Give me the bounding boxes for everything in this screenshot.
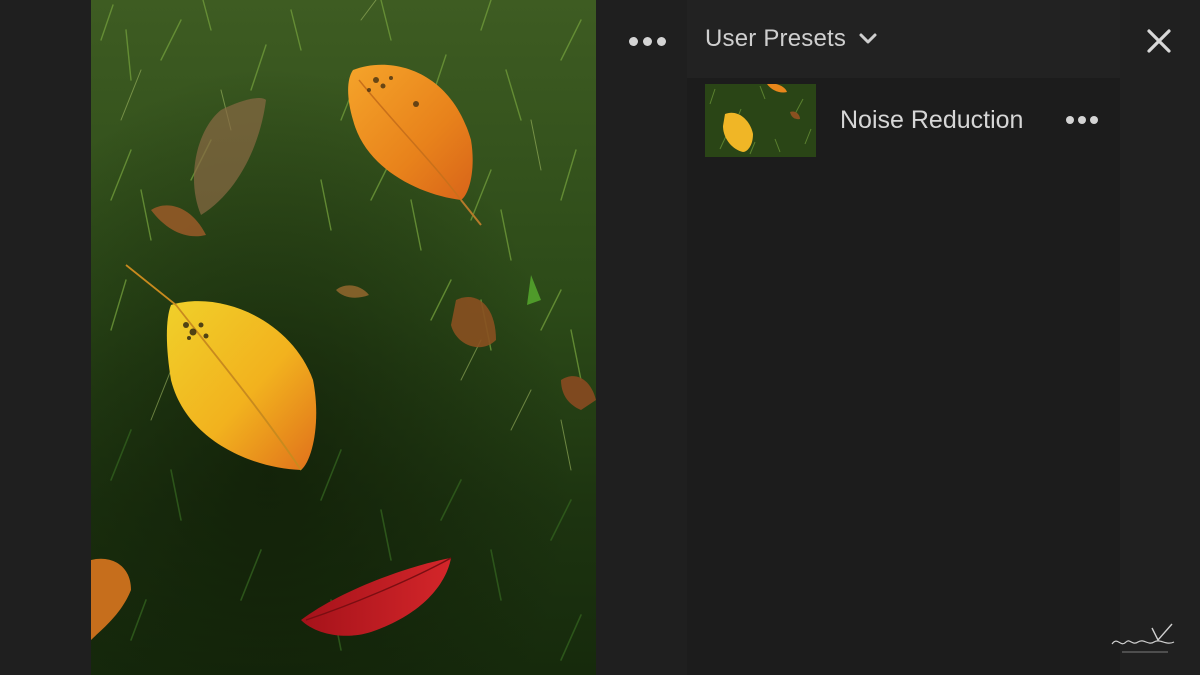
more-horizontal-icon <box>1078 116 1086 124</box>
presets-dropdown-label: User Presets <box>705 25 847 52</box>
app-window: User Presets Noise Reduction <box>0 0 1200 675</box>
chevron-down-icon <box>858 32 878 46</box>
canvas-more-button[interactable] <box>624 26 670 56</box>
more-horizontal-icon <box>1066 116 1074 124</box>
preset-item[interactable]: Noise Reduction <box>687 82 1120 158</box>
preset-more-button[interactable] <box>1062 107 1102 133</box>
photo-image <box>91 0 596 675</box>
preset-thumbnail <box>705 83 816 157</box>
close-icon <box>1147 29 1171 53</box>
signature-watermark <box>1108 622 1188 662</box>
more-horizontal-icon <box>628 36 638 46</box>
presets-panel: User Presets Noise Reduction <box>687 0 1120 675</box>
user-presets-dropdown[interactable]: User Presets <box>705 25 878 53</box>
more-horizontal-icon <box>656 36 666 46</box>
more-horizontal-icon <box>1090 116 1098 124</box>
photo-canvas[interactable] <box>91 0 596 675</box>
more-horizontal-icon <box>642 36 652 46</box>
presets-panel-header: User Presets <box>687 0 1120 78</box>
right-rail <box>1120 0 1200 675</box>
preset-name: Noise Reduction <box>840 105 1024 134</box>
close-button[interactable] <box>1142 24 1176 58</box>
